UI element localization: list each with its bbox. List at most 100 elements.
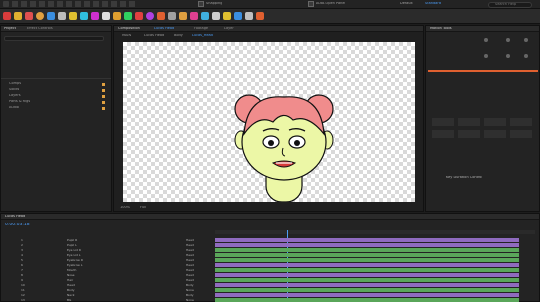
list-item[interactable]: Comps <box>5 82 109 87</box>
layer-track[interactable] <box>215 283 519 287</box>
layer-track[interactable] <box>215 263 519 267</box>
tool-button[interactable] <box>458 130 480 138</box>
search-help-field[interactable]: Search Help <box>488 1 532 8</box>
label-color-swatch[interactable] <box>102 88 105 92</box>
brush-tool-icon[interactable] <box>93 1 99 7</box>
drop-icon[interactable] <box>201 12 209 20</box>
layer-track[interactable] <box>215 298 519 302</box>
list-item[interactable]: Parts & Rigs <box>5 100 109 105</box>
tab-timeline-comp[interactable]: Lucas Head <box>5 215 25 219</box>
layer-track[interactable] <box>215 273 519 277</box>
camera-icon[interactable] <box>168 12 176 20</box>
layer-track[interactable] <box>215 253 519 257</box>
tab-composition[interactable]: Composition <box>118 27 140 31</box>
workspace-default[interactable]: Default <box>400 2 413 6</box>
list-item[interactable]: Layers <box>5 94 109 99</box>
star-icon[interactable] <box>14 12 22 20</box>
label-color-swatch[interactable] <box>102 100 105 104</box>
layer-track[interactable] <box>215 238 519 242</box>
label-color-swatch[interactable] <box>102 106 105 110</box>
dot-icon[interactable] <box>524 54 528 58</box>
layer-track[interactable] <box>215 258 519 262</box>
lock-icon[interactable] <box>234 12 242 20</box>
auto-open-checkbox[interactable] <box>308 1 314 7</box>
tool-button[interactable] <box>432 130 454 138</box>
bookmark-icon[interactable] <box>179 12 187 20</box>
snapping-checkbox[interactable] <box>198 1 204 7</box>
list-item[interactable]: Audio <box>5 106 109 111</box>
target-icon[interactable] <box>25 12 33 20</box>
key-icon[interactable] <box>223 12 231 20</box>
dot-icon[interactable] <box>484 54 488 58</box>
layer-track[interactable] <box>215 293 519 297</box>
magic-icon[interactable] <box>91 12 99 20</box>
tool-button[interactable] <box>510 118 532 126</box>
workspace-standard[interactable]: Standard <box>425 2 441 6</box>
resolution-value[interactable]: Full <box>140 206 146 210</box>
breadcrumb-item[interactable]: MAIN <box>122 34 131 38</box>
pan-behind-tool-icon[interactable] <box>57 1 63 7</box>
pen-tool-icon[interactable] <box>75 1 81 7</box>
current-time[interactable]: 0:00:03:18 <box>5 223 30 228</box>
puppet-tool-icon[interactable] <box>129 1 135 7</box>
layer-track[interactable] <box>215 288 519 292</box>
layers-icon[interactable] <box>245 12 253 20</box>
fire-icon[interactable] <box>256 12 264 20</box>
breadcrumb-item[interactable]: Lucas Head <box>144 34 164 38</box>
paint-icon[interactable] <box>157 12 165 20</box>
tab-project[interactable]: Project <box>4 27 16 31</box>
tab-layer[interactable]: Layer <box>224 27 234 31</box>
dot-icon[interactable] <box>524 38 528 42</box>
label-color-swatch[interactable] <box>102 94 105 98</box>
tool-button[interactable] <box>484 118 506 126</box>
brush-icon[interactable] <box>190 12 198 20</box>
home-icon[interactable] <box>3 1 9 7</box>
layer-track[interactable] <box>215 248 519 252</box>
dot-icon[interactable] <box>484 38 488 42</box>
layer-track[interactable] <box>215 268 519 272</box>
tool-button[interactable] <box>432 118 454 126</box>
zoom-tool-icon[interactable] <box>30 1 36 7</box>
bolt-icon[interactable] <box>69 12 77 20</box>
dot-icon[interactable] <box>506 54 510 58</box>
tool-button[interactable] <box>458 118 480 126</box>
tab-motion-tools[interactable]: Motion Tools <box>430 27 452 31</box>
selection-tool-icon[interactable] <box>12 1 18 7</box>
project-search-input[interactable] <box>4 36 104 41</box>
grid-icon[interactable] <box>47 12 55 20</box>
breadcrumb-item[interactable]: Lucas_Head <box>192 34 213 38</box>
layer-track[interactable] <box>215 278 519 282</box>
record-icon[interactable] <box>3 12 11 20</box>
breadcrumb-item[interactable]: Body <box>174 34 183 38</box>
hand-tool-icon[interactable] <box>21 1 27 7</box>
sun-icon[interactable] <box>113 12 121 20</box>
roto-brush-icon[interactable] <box>120 1 126 7</box>
planet-icon[interactable] <box>146 12 154 20</box>
canvas-area[interactable] <box>123 42 415 203</box>
list-item[interactable]: Solids <box>5 88 109 93</box>
layer-track[interactable] <box>215 243 519 247</box>
cube-icon[interactable] <box>212 12 220 20</box>
leaf-icon[interactable] <box>124 12 132 20</box>
shape-tool-icon[interactable] <box>66 1 72 7</box>
wave-icon[interactable] <box>80 12 88 20</box>
heart-icon[interactable] <box>135 12 143 20</box>
tool-button[interactable] <box>510 130 532 138</box>
type-tool-icon[interactable] <box>84 1 90 7</box>
text-icon[interactable] <box>102 12 110 20</box>
stamp-tool-icon[interactable] <box>102 1 108 7</box>
circle-icon[interactable] <box>36 12 44 20</box>
tab-effect-controls[interactable]: Effect Controls <box>27 27 53 31</box>
tab-footage[interactable]: Footage <box>194 27 208 31</box>
rotate-tool-icon[interactable] <box>39 1 45 7</box>
mesh-icon[interactable] <box>58 12 66 20</box>
time-ruler[interactable] <box>215 230 535 234</box>
tool-button[interactable] <box>484 130 506 138</box>
camera-tool-icon[interactable] <box>48 1 54 7</box>
magnification-value[interactable]: 100% <box>120 206 130 210</box>
dot-icon[interactable] <box>506 38 510 42</box>
table-row[interactable]: 13 BG None <box>1 298 540 302</box>
comp-name[interactable]: Lucas Head <box>154 27 174 31</box>
eraser-tool-icon[interactable] <box>111 1 117 7</box>
label-color-swatch[interactable] <box>102 82 105 86</box>
